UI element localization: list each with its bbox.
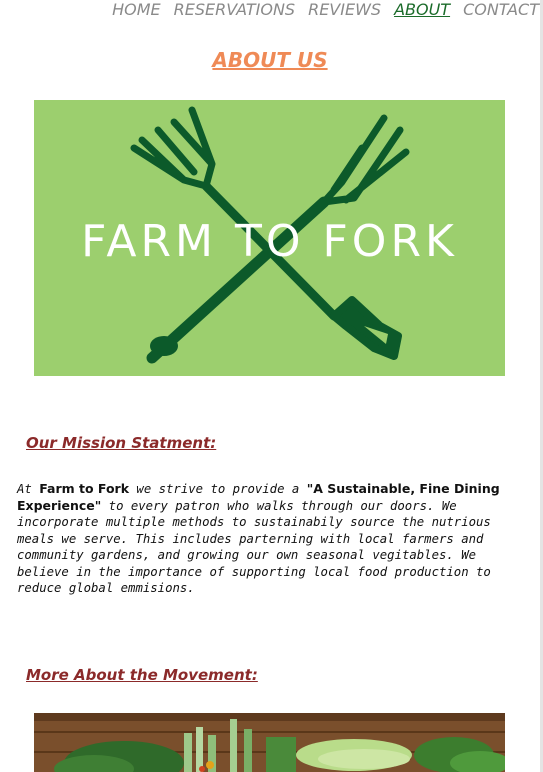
nav-home[interactable]: HOME (112, 0, 161, 22)
mission-intro: At (17, 482, 40, 496)
vegetables-photo (34, 713, 505, 772)
nav-reservations[interactable]: RESERVATIONS (174, 0, 295, 22)
movement-heading: More About the Movement: (26, 666, 258, 684)
vegetables-image-icon (34, 713, 505, 772)
mission-middle: we strive to provide a (129, 482, 307, 496)
farm-to-fork-logo: FARM TO FORK (34, 100, 505, 376)
mission-brand: Farm to Fork (39, 481, 130, 496)
page-title: ABOUT US (212, 48, 328, 72)
nav-contact[interactable]: CONTACT (463, 0, 539, 22)
nav-about[interactable]: ABOUT (394, 0, 450, 22)
nav-reviews[interactable]: REVIEWS (308, 0, 381, 22)
logo-text: FARM TO FORK (81, 216, 458, 267)
mission-heading: Our Mission Statment: (26, 434, 217, 452)
mission-paragraph: At Farm to Fork we strive to provide a "… (17, 481, 511, 597)
main-nav: HOME RESERVATIONS REVIEWS ABOUT CONTACT (112, 0, 539, 22)
